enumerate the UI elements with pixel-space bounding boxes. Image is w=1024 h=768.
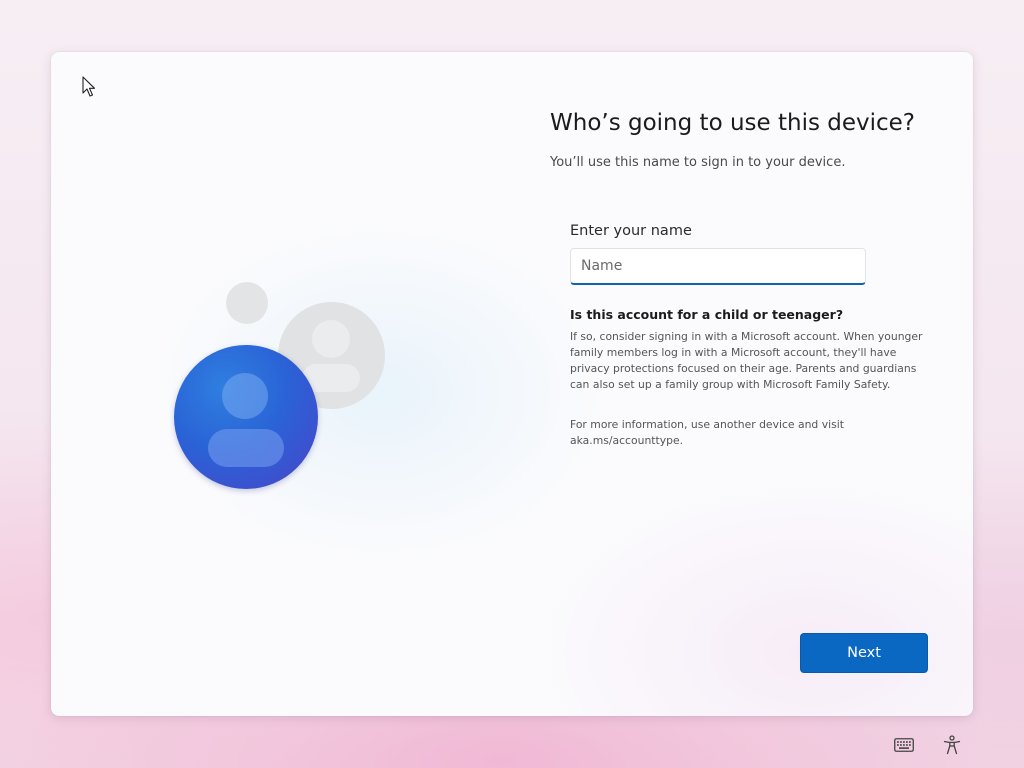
next-button[interactable]: Next bbox=[800, 633, 928, 673]
keyboard-icon[interactable] bbox=[892, 733, 916, 757]
blue-user-avatar-icon bbox=[174, 345, 318, 489]
name-input[interactable] bbox=[570, 248, 866, 285]
decorative-dot bbox=[226, 282, 268, 324]
page-subtitle: You’ll use this name to sign in to your … bbox=[550, 155, 846, 170]
more-info-text: For more information, use another device… bbox=[570, 418, 844, 447]
child-account-info: If so, consider signing in with a Micros… bbox=[570, 330, 923, 391]
accessibility-icon[interactable] bbox=[940, 733, 964, 757]
name-field-label: Enter your name bbox=[570, 223, 692, 239]
child-account-heading: Is this account for a child or teenager? bbox=[570, 307, 844, 322]
page-title: Who’s going to use this device? bbox=[550, 110, 916, 136]
oobe-dialog: Who’s going to use this device? You’ll u… bbox=[51, 52, 973, 716]
